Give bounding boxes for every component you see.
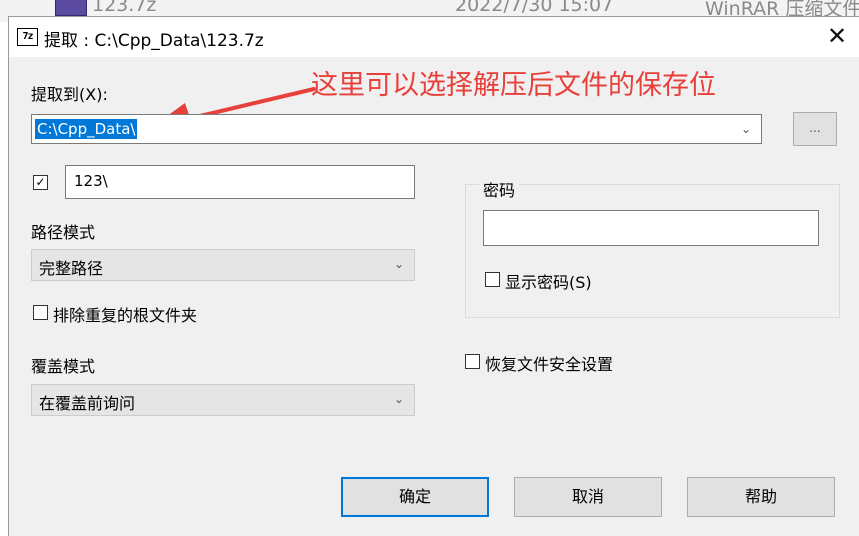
- extract-path-value[interactable]: C:\Cpp_Data\: [35, 119, 138, 139]
- restore-security-checkbox[interactable]: [465, 354, 480, 369]
- chevron-down-icon: ⌄: [393, 257, 405, 271]
- overwrite-mode-label: 覆盖模式: [31, 357, 96, 376]
- path-mode-value: 完整路径: [39, 259, 104, 278]
- archive-file-icon: [55, 0, 87, 16]
- 7zip-app-icon: 7z: [17, 28, 38, 46]
- overwrite-mode-select[interactable]: 在覆盖前询问 ⌄: [31, 384, 415, 416]
- extract-dialog: 7z 提取 : C:\Cpp_Data\123.7z ✕ 提取到(X): 这里可…: [8, 16, 859, 536]
- browse-button[interactable]: ...: [793, 112, 837, 146]
- restore-security-label[interactable]: 恢复文件安全设置: [485, 351, 613, 375]
- show-password-label[interactable]: 显示密码(S): [505, 269, 592, 293]
- background-file-name: 123.7z: [92, 0, 157, 16]
- subfolder-name-input[interactable]: 123\: [65, 165, 415, 199]
- ok-button[interactable]: 确定: [341, 477, 489, 517]
- exclude-duplicate-root-label[interactable]: 排除重复的根文件夹: [53, 302, 197, 326]
- chevron-down-icon: ⌄: [393, 392, 405, 406]
- path-mode-label: 路径模式: [31, 223, 96, 242]
- dialog-title: 提取 : C:\Cpp_Data\123.7z: [44, 31, 264, 51]
- show-password-checkbox[interactable]: [485, 272, 500, 287]
- overwrite-mode-value: 在覆盖前询问: [39, 394, 136, 413]
- screen: 123.7z 2022/7/30 15:07 WinRAR 压缩文件 7z 提取…: [0, 0, 859, 536]
- exclude-duplicate-root-checkbox[interactable]: [33, 305, 48, 320]
- background-file-date: 2022/7/30 15:07: [455, 0, 614, 16]
- title-bar[interactable]: 7z 提取 : C:\Cpp_Data\123.7z ✕: [9, 17, 859, 57]
- extract-to-label: 提取到(X):: [31, 85, 108, 104]
- cancel-button[interactable]: 取消: [514, 477, 662, 517]
- password-input[interactable]: [483, 210, 819, 246]
- chevron-down-icon[interactable]: ⌄: [737, 118, 755, 140]
- path-mode-select[interactable]: 完整路径 ⌄: [31, 249, 415, 281]
- annotation-text: 这里可以选择解压后文件的保存位: [311, 70, 716, 101]
- close-button[interactable]: ✕: [814, 17, 859, 57]
- extract-path-combobox[interactable]: C:\Cpp_Data\ ⌄: [31, 114, 762, 144]
- password-group-label: 密码: [479, 177, 520, 201]
- help-button[interactable]: 帮助: [687, 477, 835, 517]
- password-group: [465, 184, 840, 318]
- subfolder-checkbox[interactable]: ✓: [33, 175, 48, 190]
